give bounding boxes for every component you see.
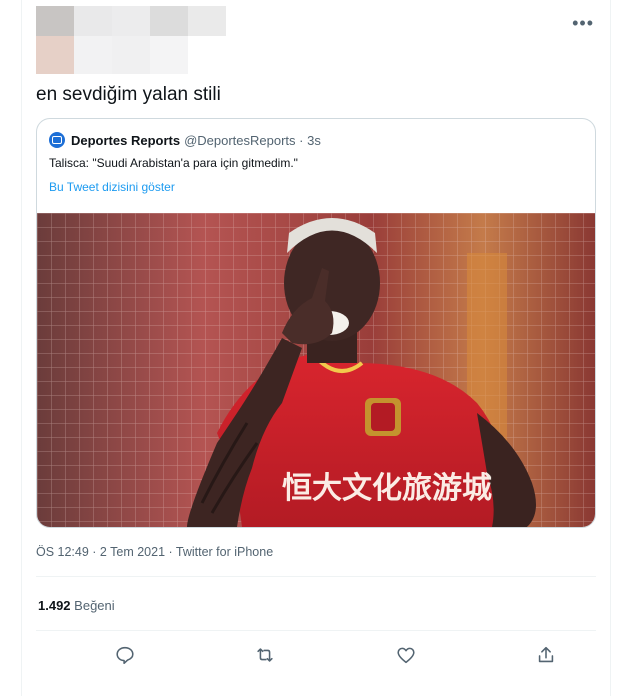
tweet-actions [36,640,596,670]
tweet-card: ••• en sevdiğim yalan stili Deportes Rep… [21,0,611,696]
reply-icon [116,646,134,665]
likes-count: 1.492 [38,598,71,613]
more-options-icon: ••• [572,13,594,33]
divider [36,630,596,631]
like-icon [397,647,415,664]
show-thread-link[interactable]: Bu Tweet dizisini göster [49,180,175,194]
share-button[interactable] [531,640,561,670]
retweet-icon [257,648,273,662]
quoted-avatar [49,132,65,148]
tweet-text: en sevdiğim yalan stili [36,84,221,105]
divider [36,576,596,577]
quoted-author-handle[interactable]: @DeportesReports · 3s [184,133,321,148]
likes-stat[interactable]: 1.492 Beğeni [38,598,115,613]
quoted-tweet-text: Talisca: "Suudi Arabistan'a para için gi… [49,156,298,170]
quoted-tweet-photo[interactable]: 恒大文化旅游城 [37,213,595,527]
quoted-tweet-header: Deportes Reports @DeportesReports · 3s [49,132,321,148]
retweet-button[interactable] [250,640,280,670]
more-options-button[interactable]: ••• [572,14,594,32]
jersey-sponsor-text: 恒大文化旅游城 [282,471,492,506]
reply-button[interactable] [110,640,140,670]
quoted-author-name[interactable]: Deportes Reports [71,133,180,148]
like-button[interactable] [391,640,421,670]
share-icon [538,646,554,663]
quoted-tweet[interactable]: Deportes Reports @DeportesReports · 3s T… [36,118,596,528]
tweet-timestamp[interactable]: ÖS 12:49 · 2 Tem 2021 · Twitter for iPho… [36,545,273,559]
likes-label: Beğeni [74,598,115,613]
blurred-user-info [36,6,226,76]
